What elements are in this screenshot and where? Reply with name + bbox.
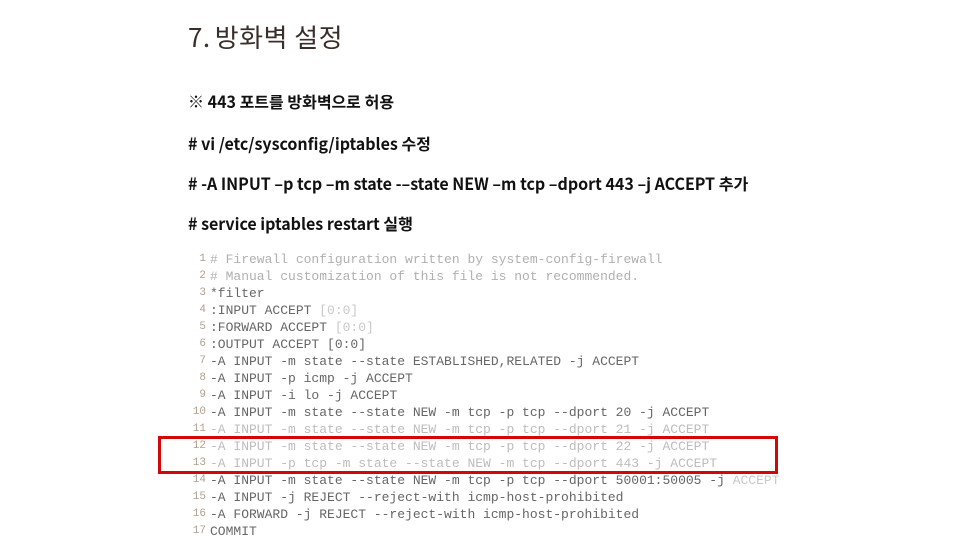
heading-number: 7. (188, 18, 211, 55)
line-number: 4 (188, 302, 206, 319)
line-number: 2 (188, 268, 206, 285)
line-number: 17 (188, 523, 206, 540)
line-number: 12 (188, 438, 206, 455)
line-number: 5 (188, 319, 206, 336)
code-text: -A INPUT -m state --state NEW -m tcp -p … (210, 473, 725, 488)
code-text: -A FORWARD -j REJECT --reject-with icmp-… (210, 507, 639, 522)
line-number: 8 (188, 370, 206, 387)
iptables-config-listing: 1 # Firewall configuration written by sys… (188, 251, 960, 540)
code-text: -A INPUT -m state --state ESTABLISHED,RE… (210, 354, 639, 369)
code-text: -A INPUT -p tcp -m state --state NEW -m … (210, 456, 717, 471)
line-number: 13 (188, 455, 206, 472)
code-text: *filter (210, 286, 265, 301)
line-number: 11 (188, 421, 206, 438)
heading-title: 방화벽 설정 (215, 18, 343, 55)
line-number: 7 (188, 353, 206, 370)
line-number: 14 (188, 472, 206, 489)
code-text: ACCEPT (725, 473, 780, 488)
code-text: # Firewall configuration written by syst… (210, 252, 662, 267)
line-number: 3 (188, 285, 206, 302)
line-number: 9 (188, 387, 206, 404)
code-text: # Manual customization of this file is n… (210, 269, 639, 284)
code-text: -A INPUT -i lo -j ACCEPT (210, 388, 397, 403)
section-heading: 7.방화벽 설정 (188, 18, 960, 55)
cmd-restart-service: # service iptables restart 실행 (188, 211, 960, 235)
line-number: 15 (188, 489, 206, 506)
code-text: :FORWARD ACCEPT (210, 320, 335, 335)
code-text: [0:0] (319, 303, 358, 318)
code-text: COMMIT (210, 524, 257, 539)
line-number: 16 (188, 506, 206, 523)
code-text: -A INPUT -m state --state NEW -m tcp -p … (210, 405, 709, 420)
cmd-vi-iptables: # vi /etc/sysconfig/iptables 수정 (188, 131, 960, 155)
code-text: :OUTPUT ACCEPT [0:0] (210, 337, 366, 352)
port-note: ※ 443 포트를 방화벽으로 허용 (188, 89, 960, 113)
line-number: 10 (188, 404, 206, 421)
code-text: [0:0] (335, 320, 374, 335)
code-text: -A INPUT -m state --state NEW -m tcp -p … (210, 422, 709, 437)
line-number: 1 (188, 251, 206, 268)
code-text: :INPUT ACCEPT (210, 303, 319, 318)
code-text: -A INPUT -p icmp -j ACCEPT (210, 371, 413, 386)
code-text: -A INPUT -j REJECT --reject-with icmp-ho… (210, 490, 623, 505)
cmd-add-rule: # -A INPUT –p tcp –m state -–state NEW –… (188, 171, 960, 195)
code-text: -A INPUT -m state --state NEW -m tcp -p … (210, 439, 709, 454)
line-number: 6 (188, 336, 206, 353)
